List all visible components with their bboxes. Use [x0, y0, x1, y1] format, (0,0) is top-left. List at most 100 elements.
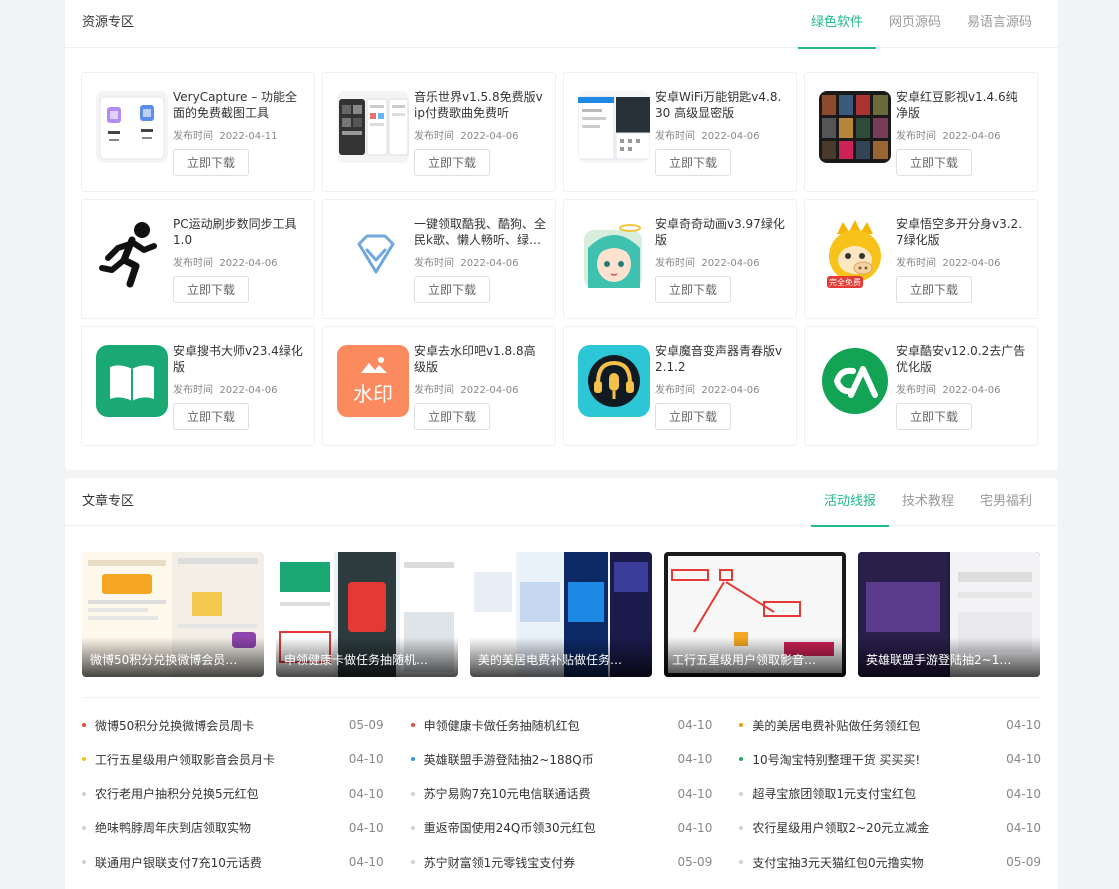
tab-web-source[interactable]: 网页源码 [876, 0, 954, 48]
article-list-item[interactable]: 超寻宝旅团领取1元支付宝红包 04-10 [739, 783, 1041, 805]
tab-green-software[interactable]: 绿色软件 [797, 0, 876, 49]
article-list-item[interactable]: 微博50积分兑换微博会员周卡 05-09 [82, 714, 384, 736]
article-title[interactable]: 联通用户银联支付7充10元话费 [95, 854, 344, 871]
featured-article[interactable]: 美的美居电费补贴做任务… [470, 552, 652, 677]
software-card[interactable]: 安卓魔音变声器青春版v2.1.2 发布时间 2022-04-06 立即下载 [563, 326, 797, 446]
article-title[interactable]: 申领健康卡做任务抽随机红包 [424, 717, 673, 734]
download-button[interactable]: 立即下载 [173, 276, 249, 303]
download-button[interactable]: 立即下载 [414, 149, 490, 176]
article-list-item[interactable]: 农行星级用户领取2~20元立减金 04-10 [739, 817, 1041, 839]
software-title[interactable]: 安卓悟空多开分身v3.2.7绿化版 [896, 216, 1028, 248]
software-card[interactable]: 安卓酷安v12.0.2去广告优化版 发布时间 2022-04-06 立即下载 [804, 326, 1038, 446]
software-card[interactable]: 安卓奇奇动画v3.97绿化版 发布时间 2022-04-06 立即下载 [563, 199, 797, 319]
software-title[interactable]: 安卓搜书大师v23.4绿化版 [173, 343, 305, 375]
article-list-item[interactable]: 重返帝国使用24Q币领30元红包 04-10 [410, 817, 712, 839]
download-button[interactable]: 立即下载 [655, 149, 731, 176]
article-list-item[interactable]: 工行五星级用户领取影音会员月卡 04-10 [82, 748, 384, 770]
article-title[interactable]: 工行五星级用户领取影音会员月卡 [95, 751, 344, 768]
publish-date: 发布时间 2022-04-06 [414, 131, 519, 142]
article-list-item[interactable]: 申领健康卡做任务抽随机红包 04-10 [410, 714, 712, 736]
software-title[interactable]: 安卓红豆影视v1.4.6纯净版 [896, 89, 1028, 121]
featured-article[interactable]: 工行五星级用户领取影音… [664, 552, 846, 677]
publish-date: 发布时间 2022-04-06 [173, 258, 278, 269]
article-list: 微博50积分兑换微博会员周卡 05-09 申领健康卡做任务抽随机红包 04-10 美的美… [82, 714, 1041, 885]
article-title[interactable]: 英雄联盟手游登陆抽2~188Q币 [424, 751, 673, 768]
software-card[interactable]: VeryCapture – 功能全面的免费截图工具 发布时间 2022-04-1… [81, 72, 315, 192]
wukong-icon: 完全免费 [819, 218, 891, 290]
software-title[interactable]: 安卓酷安v12.0.2去广告优化版 [896, 343, 1028, 375]
publish-date: 发布时间 2022-04-06 [414, 385, 519, 396]
software-card[interactable]: 音乐世界v1.5.8免费版vip付费歌曲免费听 发布时间 2022-04-06 … [322, 72, 556, 192]
article-title[interactable]: 超寻宝旅团领取1元支付宝红包 [752, 785, 1001, 802]
software-title[interactable]: VeryCapture – 功能全面的免费截图工具 [173, 89, 305, 121]
article-title[interactable]: 绝味鸭脖周年庆到店领取实物 [95, 819, 344, 836]
article-title[interactable]: 美的美居电费补贴做任务领红包 [752, 717, 1001, 734]
software-card[interactable]: 完全免费 安卓悟空多开分身v3.2.7绿化版 发布时间 2022-04-06 立… [804, 199, 1038, 319]
download-button[interactable]: 立即下载 [173, 149, 249, 176]
article-list-item[interactable]: 联通用户银联支付7充10元话费 04-10 [82, 851, 384, 873]
article-date: 04-10 [348, 820, 384, 835]
download-button[interactable]: 立即下载 [896, 276, 972, 303]
software-card[interactable]: 安卓红豆影视v1.4.6纯净版 发布时间 2022-04-06 立即下载 [804, 72, 1038, 192]
publish-date: 发布时间 2022-04-06 [173, 385, 278, 396]
article-list-item[interactable]: 农行老用户抽积分兑换5元红包 04-10 [82, 783, 384, 805]
software-title[interactable]: 安卓WiFi万能钥匙v4.8.30 高级显密版 [655, 89, 787, 121]
download-button[interactable]: 立即下载 [655, 403, 731, 430]
bullet-dot-icon [739, 757, 744, 762]
download-button[interactable]: 立即下载 [414, 403, 490, 430]
software-title[interactable]: PC运动刷步数同步工具1.0 [173, 216, 305, 248]
software-title[interactable]: 安卓奇奇动画v3.97绿化版 [655, 216, 787, 248]
download-button[interactable]: 立即下载 [655, 276, 731, 303]
publish-date: 发布时间 2022-04-06 [414, 258, 519, 269]
software-card[interactable]: 一键领取酷我、酷狗、全民k歌、懒人畅听、绿… 发布时间 2022-04-06 立… [322, 199, 556, 319]
download-button[interactable]: 立即下载 [173, 403, 249, 430]
download-button[interactable]: 立即下载 [414, 276, 490, 303]
article-title[interactable]: 苏宁财富领1元零钱宝支付券 [424, 854, 673, 871]
article-date: 04-10 [1006, 752, 1041, 767]
article-list-item[interactable]: 绝味鸭脖周年庆到店领取实物 04-10 [82, 817, 384, 839]
software-card[interactable]: 安卓WiFi万能钥匙v4.8.30 高级显密版 发布时间 2022-04-06 … [563, 72, 797, 192]
download-button[interactable]: 立即下载 [896, 149, 972, 176]
article-title[interactable]: 农行老用户抽积分兑换5元红包 [95, 785, 344, 802]
bullet-dot-icon [82, 825, 86, 830]
article-title[interactable]: 微博50积分兑换微博会员周卡 [95, 717, 344, 734]
anime-girl-icon [578, 218, 650, 290]
featured-article-title[interactable]: 英雄联盟手游登陆抽2~1… [858, 637, 1040, 677]
article-list-item[interactable]: 苏宁财富领1元零钱宝支付券 05-09 [410, 851, 712, 873]
bullet-dot-icon [82, 860, 86, 865]
bullet-dot-icon [82, 791, 86, 796]
featured-article[interactable]: 微博50积分兑换微博会员… [82, 552, 264, 677]
featured-article-title[interactable]: 微博50积分兑换微博会员… [82, 637, 264, 677]
featured-article-title[interactable]: 申领健康卡做任务抽随机… [276, 637, 458, 677]
featured-article[interactable]: 申领健康卡做任务抽随机… [276, 552, 458, 677]
software-title[interactable]: 一键领取酷我、酷狗、全民k歌、懒人畅听、绿… [414, 216, 546, 248]
article-title[interactable]: 10号淘宝特别整理干货 买买买! [752, 751, 1001, 768]
software-title[interactable]: 音乐世界v1.5.8免费版vip付费歌曲免费听 [414, 89, 546, 121]
article-list-item[interactable]: 支付宝抽3元天猫红包0元撸实物 05-09 [739, 851, 1041, 873]
software-title[interactable]: 安卓魔音变声器青春版v2.1.2 [655, 343, 787, 375]
featured-article-title[interactable]: 工行五星级用户领取影音… [664, 637, 846, 677]
download-button[interactable]: 立即下载 [896, 403, 972, 430]
tab-eyuyan-source[interactable]: 易语言源码 [954, 0, 1045, 48]
tab-activity-news[interactable]: 活动线报 [810, 478, 889, 527]
article-title[interactable]: 苏宁易购7充10元电信联通话费 [424, 785, 673, 802]
tab-otaku-welfare[interactable]: 宅男福利 [967, 478, 1045, 526]
software-card[interactable]: 安卓搜书大师v23.4绿化版 发布时间 2022-04-06 立即下载 [81, 326, 315, 446]
software-card[interactable]: PC运动刷步数同步工具1.0 发布时间 2022-04-06 立即下载 [81, 199, 315, 319]
featured-article[interactable]: 英雄联盟手游登陆抽2~1… [858, 552, 1040, 677]
featured-article-title[interactable]: 美的美居电费补贴做任务… [470, 637, 652, 677]
software-title[interactable]: 安卓去水印吧v1.8.8高级版 [414, 343, 546, 375]
article-title[interactable]: 重返帝国使用24Q币领30元红包 [424, 819, 673, 836]
software-card[interactable]: 水印 安卓去水印吧v1.8.8高级版 发布时间 2022-04-06 立即下载 [322, 326, 556, 446]
article-title[interactable]: 支付宝抽3元天猫红包0元撸实物 [752, 854, 1001, 871]
tab-tech-tutorial[interactable]: 技术教程 [889, 478, 967, 526]
hongdou-video-icon [819, 91, 891, 163]
svg-text:水印: 水印 [353, 382, 393, 406]
article-title[interactable]: 农行星级用户领取2~20元立减金 [752, 819, 1001, 836]
article-list-item[interactable]: 10号淘宝特别整理干货 买买买! 04-10 [739, 748, 1041, 770]
article-list-item[interactable]: 英雄联盟手游登陆抽2~188Q币 04-10 [410, 748, 712, 770]
article-list-item[interactable]: 苏宁易购7充10元电信联通话费 04-10 [410, 783, 712, 805]
publish-date: 发布时间 2022-04-11 [173, 131, 278, 142]
voice-changer-icon [578, 345, 650, 417]
article-list-item[interactable]: 美的美居电费补贴做任务领红包 04-10 [739, 714, 1041, 736]
